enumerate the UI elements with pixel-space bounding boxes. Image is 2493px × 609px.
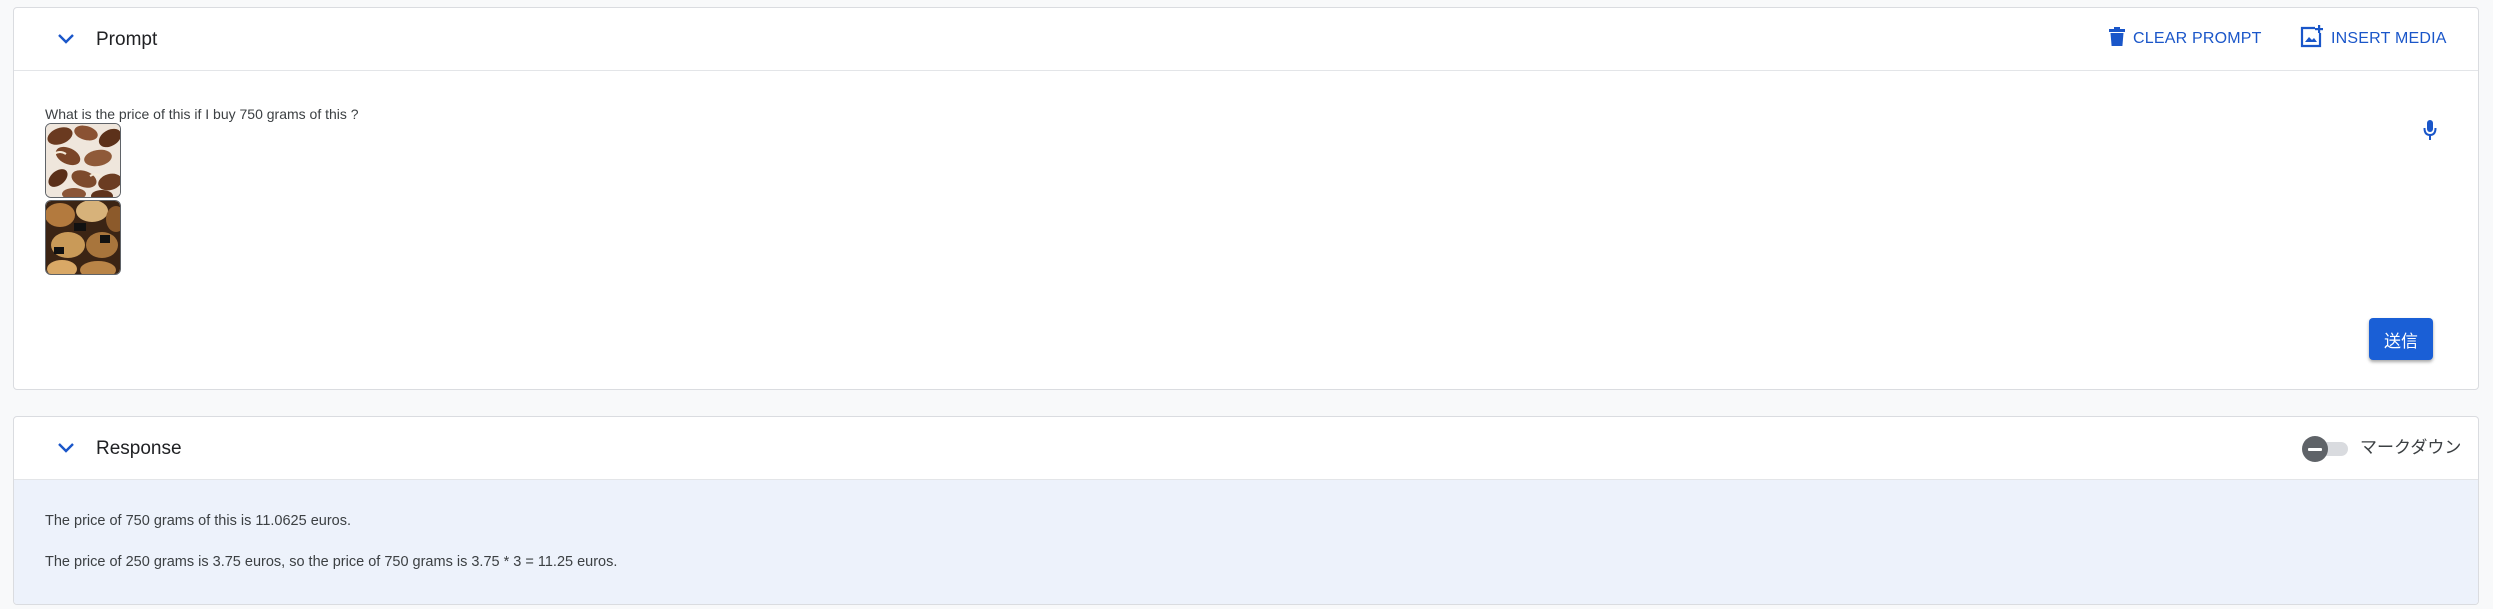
response-collapse-chevron-down-icon[interactable]: [52, 434, 80, 462]
response-header: Response マークダウン: [14, 417, 2478, 480]
prompt-title: Prompt: [96, 29, 158, 50]
response-title: Response: [96, 438, 182, 459]
prompt-collapse-chevron-down-icon[interactable]: [52, 25, 80, 53]
response-text-line: The price of 250 grams is 3.75 euros, so…: [45, 554, 618, 570]
markdown-toggle-label: マークダウン: [2360, 438, 2462, 458]
trash-icon: [2109, 26, 2125, 52]
markdown-toggle-knob: [2302, 436, 2328, 462]
prompt-header: Prompt CLEAR PROMPT INSERT MEDIA: [14, 8, 2478, 71]
insert-media-button[interactable]: INSERT MEDIA: [2299, 22, 2447, 56]
clear-prompt-button[interactable]: CLEAR PROMPT: [2109, 22, 2262, 56]
prompt-input-text[interactable]: What is the price of this if I buy 750 g…: [45, 106, 359, 122]
attached-image-thumbnail[interactable]: [45, 200, 121, 275]
mic-icon[interactable]: [2417, 117, 2443, 143]
attached-image-thumbnail[interactable]: [45, 123, 121, 198]
markdown-toggle[interactable]: [2302, 435, 2352, 463]
send-button[interactable]: 送信: [2369, 318, 2433, 360]
prompt-panel: Prompt CLEAR PROMPT INSERT MEDIA What is…: [13, 7, 2479, 390]
add-photo-icon: [2299, 24, 2323, 54]
clear-prompt-label: CLEAR PROMPT: [2133, 30, 2262, 47]
insert-media-label: INSERT MEDIA: [2331, 30, 2447, 47]
response-panel: Response マークダウン The price of 750 grams o…: [13, 416, 2479, 605]
response-body: [14, 480, 2478, 604]
response-text-line: The price of 750 grams of this is 11.062…: [45, 513, 352, 529]
